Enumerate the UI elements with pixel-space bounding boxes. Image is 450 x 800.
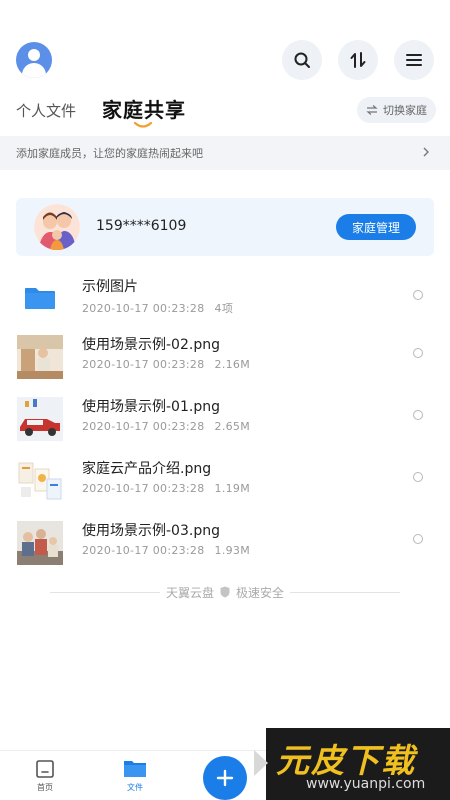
file-date: 2020-10-17 00:23:28	[82, 302, 205, 315]
brand-slogan: 极速安全	[236, 585, 285, 600]
nav-files[interactable]: 文件	[115, 759, 155, 793]
file-meta: 2020-10-17 00:23:28 2.65M	[82, 420, 250, 433]
nav-files-label: 文件	[127, 783, 143, 792]
file-info: 1.93M	[214, 544, 251, 557]
watermark-logo: 元皮下载 www.yuanpi.com	[254, 728, 450, 800]
file-name: 使用场景示例-03.png	[82, 523, 220, 539]
top-header	[0, 38, 450, 82]
list-item[interactable]: 家庭云产品介绍.png 2020-10-17 00:23:28 1.19M	[0, 452, 450, 514]
file-date: 2020-10-17 00:23:28	[82, 482, 205, 495]
list-item[interactable]: 使用场景示例-01.png 2020-10-17 00:23:28 2.65M	[0, 390, 450, 452]
file-name: 示例图片	[82, 279, 138, 295]
brand-name: 天翼云盘	[165, 585, 214, 600]
nav-home-label: 首页	[37, 783, 53, 792]
file-info: 1.19M	[214, 482, 251, 495]
file-meta: 2020-10-17 00:23:28 2.16M	[82, 358, 250, 371]
notice-text: 添加家庭成员，让您的家庭热闹起来吧	[16, 147, 203, 160]
watermark-title: 元皮下载	[276, 741, 416, 780]
nav-home[interactable]: 首页	[25, 759, 65, 793]
shield-icon	[220, 586, 230, 598]
tab-personal-files[interactable]: 个人文件	[16, 100, 76, 121]
image-thumbnail	[17, 459, 63, 503]
list-item[interactable]: 示例图片 2020-10-17 00:23:28 4项	[0, 270, 450, 332]
file-meta: 2020-10-17 00:23:28 1.19M	[82, 482, 250, 495]
search-button[interactable]	[282, 40, 322, 80]
file-date: 2020-10-17 00:23:28	[82, 420, 205, 433]
family-phone-number: 159****6109	[96, 218, 187, 234]
user-avatar-icon[interactable]	[16, 42, 52, 78]
sort-button[interactable]	[338, 40, 378, 80]
list-item[interactable]: 使用场景示例-03.png 2020-10-17 00:23:28 1.93M	[0, 514, 450, 576]
active-tab-indicator	[134, 121, 152, 128]
image-thumbnail	[17, 335, 63, 379]
select-radio[interactable]	[413, 348, 423, 358]
list-item[interactable]: 使用场景示例-02.png 2020-10-17 00:23:28 2.16M	[0, 328, 450, 390]
add-member-notice[interactable]: 添加家庭成员，让您的家庭热闹起来吧	[0, 136, 450, 170]
menu-icon	[406, 54, 422, 66]
menu-button[interactable]	[394, 40, 434, 80]
file-info: 4项	[214, 302, 234, 315]
watermark-url: www.yuanpi.com	[306, 776, 426, 792]
select-radio[interactable]	[413, 290, 423, 300]
divider	[290, 591, 400, 593]
file-date: 2020-10-17 00:23:28	[82, 544, 205, 557]
file-tabs: 个人文件 家庭共享 切换家庭	[16, 94, 436, 134]
tab-family-share[interactable]: 家庭共享	[102, 94, 186, 123]
folder-icon	[17, 277, 63, 321]
file-name: 家庭云产品介绍.png	[82, 461, 212, 477]
file-name: 使用场景示例-01.png	[82, 399, 220, 415]
family-avatar-icon	[34, 204, 80, 250]
switch-family-button[interactable]: 切换家庭	[357, 97, 436, 123]
select-radio[interactable]	[413, 410, 423, 420]
swap-icon	[366, 105, 378, 115]
home-icon	[36, 760, 54, 778]
image-thumbnail	[17, 521, 63, 565]
file-info: 2.65M	[214, 420, 251, 433]
brand-footer: 天翼云盘 极速安全	[50, 582, 400, 602]
sort-icon	[350, 52, 366, 68]
search-icon	[294, 52, 310, 68]
file-name: 使用场景示例-02.png	[82, 337, 220, 353]
select-radio[interactable]	[413, 534, 423, 544]
switch-family-label: 切换家庭	[383, 104, 427, 117]
file-info: 2.16M	[214, 358, 251, 371]
family-card: 159****6109 家庭管理	[16, 198, 434, 256]
file-date: 2020-10-17 00:23:28	[82, 358, 205, 371]
plus-icon	[216, 769, 234, 787]
divider	[50, 591, 160, 593]
file-meta: 2020-10-17 00:23:28 1.93M	[82, 544, 250, 557]
family-manage-button[interactable]: 家庭管理	[336, 214, 416, 240]
add-button[interactable]	[203, 756, 247, 800]
folder-icon	[124, 761, 146, 777]
select-radio[interactable]	[413, 472, 423, 482]
chevron-right-icon	[423, 147, 429, 157]
file-meta: 2020-10-17 00:23:28 4项	[82, 300, 233, 316]
image-thumbnail	[17, 397, 63, 441]
